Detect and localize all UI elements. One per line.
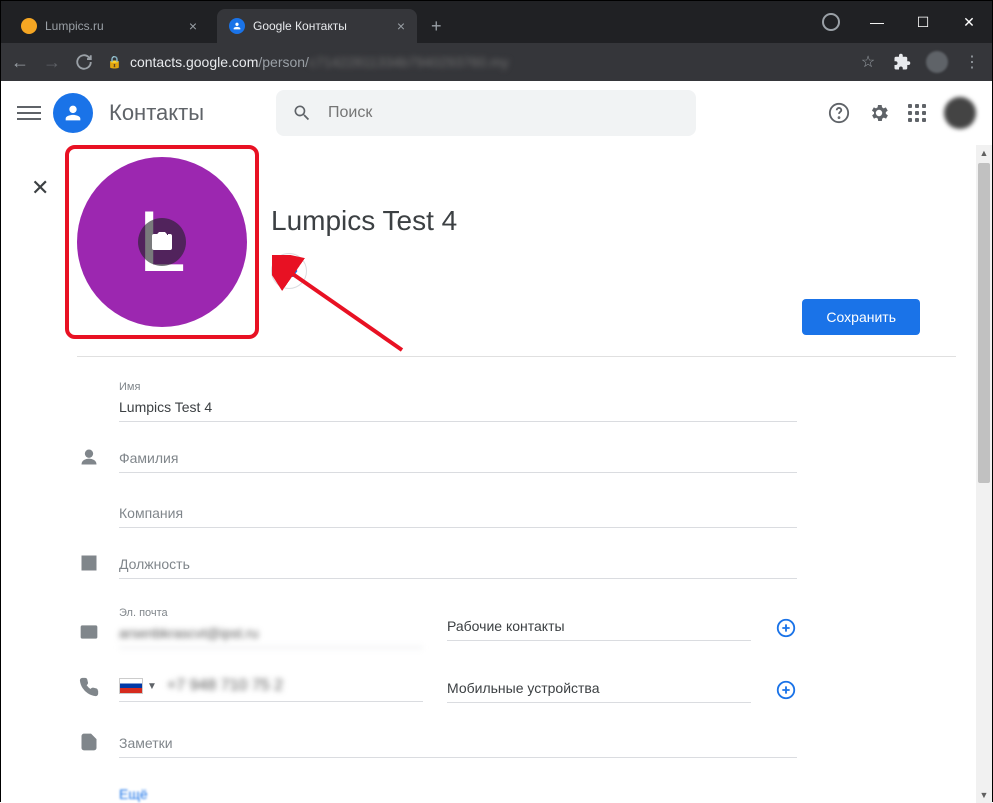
browser-tab[interactable]: Google Контакты × xyxy=(217,9,417,43)
google-header: Контакты xyxy=(1,81,992,145)
url-obscured: c71422811334b7940293760.my xyxy=(309,54,509,70)
search-input[interactable] xyxy=(328,104,680,122)
scroll-up-icon[interactable]: ▲ xyxy=(976,145,992,161)
minimize-button[interactable]: — xyxy=(854,1,900,43)
phone-type-select[interactable]: Мобильные устройства xyxy=(447,676,751,703)
browser-titlebar: Lumpics.ru × Google Контакты × + — ☐ ✕ xyxy=(1,1,992,43)
browser-tab[interactable]: Lumpics.ru × xyxy=(9,9,209,43)
main-menu-button[interactable] xyxy=(17,102,41,124)
save-button[interactable]: Сохранить xyxy=(802,299,920,335)
name-input[interactable] xyxy=(119,395,797,422)
email-input[interactable]: arsenbkrascvt@ipst.ru xyxy=(119,621,423,648)
notes-input[interactable] xyxy=(119,731,797,758)
extensions-icon[interactable] xyxy=(892,52,912,72)
company-input[interactable] xyxy=(119,501,797,528)
add-email-button[interactable] xyxy=(775,617,797,639)
email-type-select[interactable]: Рабочие контакты xyxy=(447,614,751,641)
bookmark-icon[interactable]: ☆ xyxy=(858,52,878,72)
tab-close-icon[interactable]: × xyxy=(189,18,197,34)
name-label: Имя xyxy=(119,381,797,393)
page-content: Контакты ✕ L xyxy=(1,81,992,803)
phone-icon xyxy=(77,677,101,703)
help-icon[interactable] xyxy=(828,102,850,124)
email-label: Эл. почта xyxy=(119,607,423,619)
chevron-down-icon: ▼ xyxy=(147,681,157,692)
account-indicator-icon[interactable] xyxy=(808,1,854,43)
scrollbar[interactable]: ▲ ▼ xyxy=(976,145,992,803)
back-button[interactable]: ← xyxy=(11,52,29,73)
browser-address-bar: ← → 🔒 contacts.google.com/person/c714228… xyxy=(1,43,992,81)
flag-russia-icon xyxy=(119,678,143,694)
url-path: /person/ xyxy=(258,54,309,70)
browser-menu-icon[interactable]: ⋮ xyxy=(962,52,982,72)
phone-input[interactable]: +7 948 710 75 2 xyxy=(167,677,283,695)
tab-title: Google Контакты xyxy=(253,19,347,33)
reload-button[interactable] xyxy=(75,53,93,71)
lock-icon: 🔒 xyxy=(107,55,122,69)
apps-icon[interactable] xyxy=(908,104,926,122)
country-flag-select[interactable]: ▼ xyxy=(119,678,157,694)
scroll-down-icon[interactable]: ▼ xyxy=(976,787,992,803)
position-input[interactable] xyxy=(119,552,797,579)
favicon-lumpics xyxy=(21,18,37,34)
label-button[interactable] xyxy=(271,253,307,289)
camera-add-photo-icon[interactable] xyxy=(138,218,186,266)
notes-icon xyxy=(77,732,101,758)
tab-close-icon[interactable]: × xyxy=(397,18,405,34)
add-phone-button[interactable] xyxy=(775,679,797,701)
scroll-thumb[interactable] xyxy=(978,163,990,483)
window-controls: — ☐ ✕ xyxy=(808,1,992,43)
settings-icon[interactable] xyxy=(868,102,890,124)
email-icon xyxy=(77,622,101,648)
search-box[interactable] xyxy=(276,90,696,136)
person-icon xyxy=(77,447,101,473)
more-fields-link[interactable]: Ещё xyxy=(77,786,797,802)
favicon-google-contacts xyxy=(229,18,245,34)
browser-profile-avatar[interactable] xyxy=(926,51,948,73)
account-avatar[interactable] xyxy=(944,97,976,129)
url-field[interactable]: 🔒 contacts.google.com/person/c7142281133… xyxy=(107,54,844,70)
close-edit-button[interactable]: ✕ xyxy=(31,175,49,201)
url-domain: contacts.google.com xyxy=(130,54,258,70)
maximize-button[interactable]: ☐ xyxy=(900,1,946,43)
surname-input[interactable] xyxy=(119,446,797,473)
contact-display-name: Lumpics Test 4 xyxy=(271,205,457,237)
close-window-button[interactable]: ✕ xyxy=(946,1,992,43)
new-tab-button[interactable]: + xyxy=(417,9,456,43)
search-icon xyxy=(292,103,312,123)
tab-title: Lumpics.ru xyxy=(45,19,104,33)
forward-button[interactable]: → xyxy=(43,52,61,73)
company-icon xyxy=(77,553,101,579)
app-title: Контакты xyxy=(109,100,204,126)
contacts-logo-icon xyxy=(53,93,93,133)
